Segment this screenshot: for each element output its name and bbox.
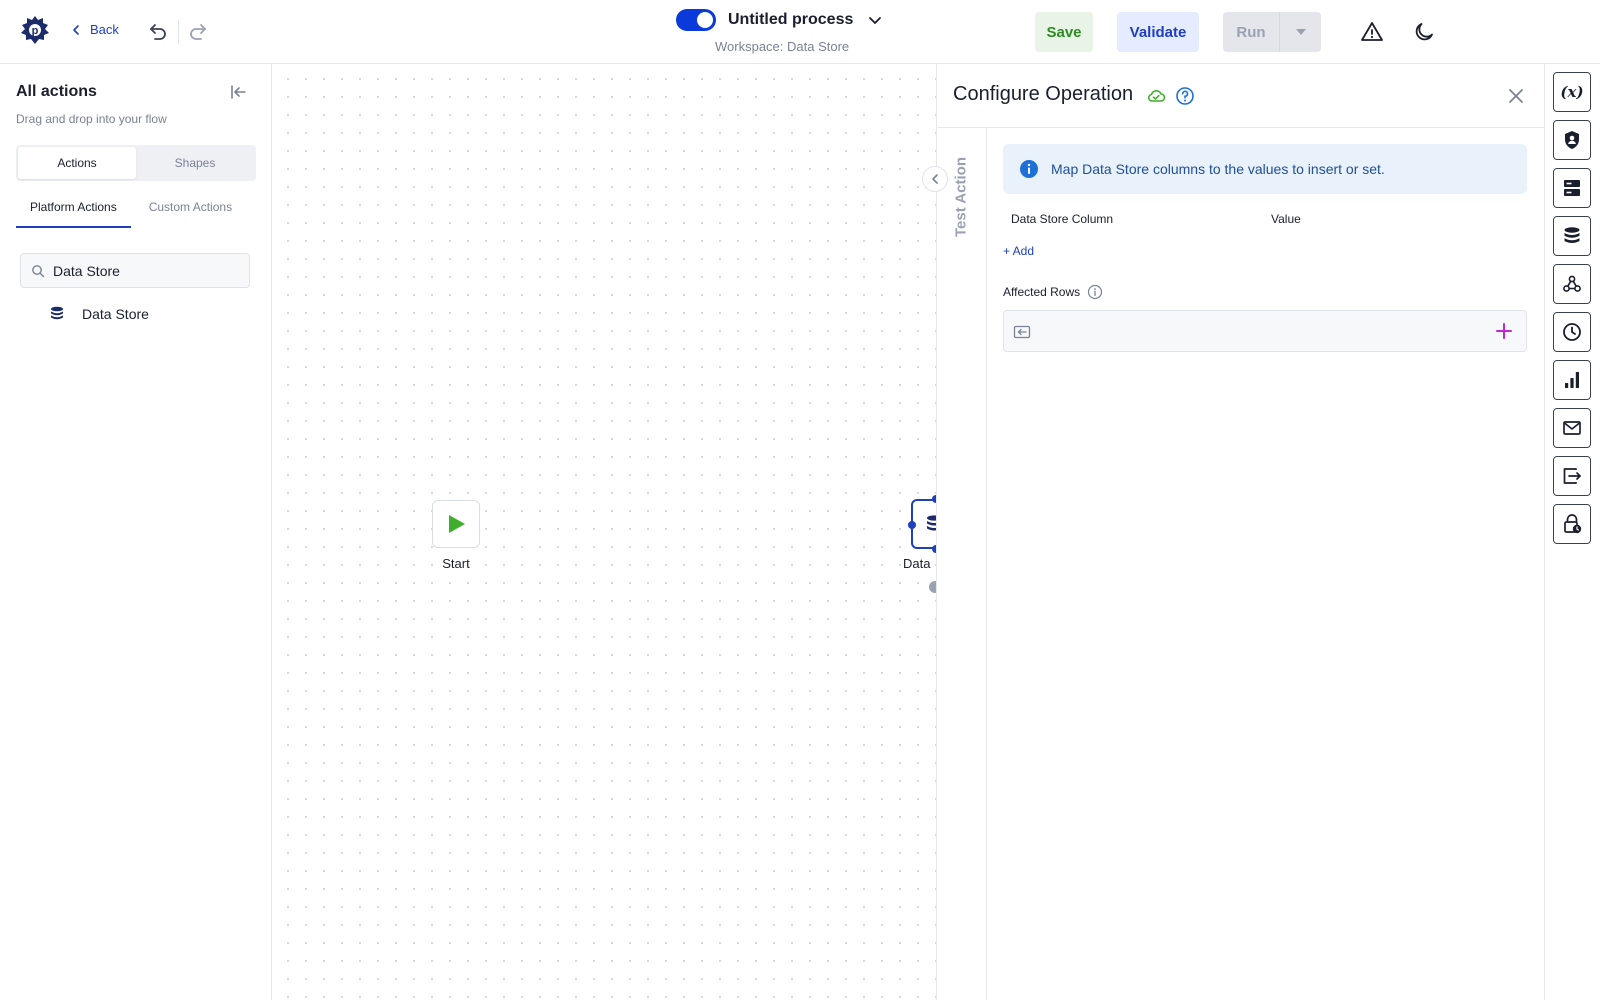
caret-down-icon — [1295, 29, 1306, 35]
webhook-icon — [1563, 275, 1581, 292]
info-banner: Map Data Store columns to the values to … — [1003, 144, 1527, 194]
variables-button[interactable]: (x) — [1553, 72, 1591, 112]
collapse-sidebar-icon[interactable] — [228, 82, 248, 102]
start-node[interactable] — [432, 500, 480, 548]
play-icon — [449, 515, 465, 533]
actions-shapes-switch: Actions Shapes — [16, 145, 256, 181]
webhook-button[interactable] — [1553, 264, 1591, 304]
process-enabled-toggle[interactable] — [676, 9, 716, 31]
affected-rows-label-group: Affected Rows — [1003, 284, 1103, 300]
shield-user-icon — [1565, 131, 1579, 149]
result-label: Data Store — [82, 306, 149, 322]
panel-header: Configure Operation — [937, 64, 1545, 128]
action-tabs: Platform Actions Custom Actions — [16, 196, 246, 228]
search-input[interactable] — [53, 262, 233, 279]
tab-platform-actions[interactable]: Platform Actions — [16, 196, 131, 228]
column-header-value: Value — [1271, 212, 1301, 226]
segment-shapes[interactable]: Shapes — [136, 147, 254, 179]
actions-sidebar: All actions Drag and drop into your flow… — [0, 64, 272, 1000]
back-label: Back — [90, 22, 119, 37]
run-dropdown[interactable] — [1280, 28, 1321, 36]
tab-custom-actions[interactable]: Custom Actions — [135, 196, 246, 228]
header-divider — [178, 20, 179, 44]
tool-rail: (x) — [1544, 64, 1600, 1000]
start-node-label: Start — [442, 556, 470, 571]
database-icon — [927, 515, 936, 531]
svg-text:p: p — [32, 25, 39, 37]
back-button[interactable]: Back — [70, 22, 119, 37]
cloud-check-icon — [1148, 90, 1166, 102]
test-action-tab-column: Test Action — [937, 128, 987, 1000]
affected-rows-field[interactable] — [1003, 310, 1527, 352]
lock-clock-icon — [1564, 514, 1582, 534]
chevron-down-icon[interactable] — [867, 12, 883, 28]
top-header: p Back Untitled process Workspace: Data … — [0, 0, 1600, 64]
close-icon[interactable] — [1505, 85, 1527, 107]
run-button[interactable]: Run — [1223, 12, 1321, 52]
info-icon — [1020, 160, 1038, 178]
timed-lock-button[interactable] — [1553, 504, 1591, 544]
info-outline-icon[interactable] — [1087, 284, 1103, 300]
email-button[interactable] — [1553, 408, 1591, 448]
variable-input-icon — [1013, 325, 1031, 339]
action-result-data-store[interactable]: Data Store — [48, 305, 149, 323]
warning-icon[interactable] — [1360, 20, 1384, 44]
chevron-left-icon — [73, 24, 79, 35]
input-port[interactable] — [908, 521, 916, 529]
sidebar-subtitle: Drag and drop into your flow — [16, 112, 167, 126]
data-store-button[interactable] — [1553, 216, 1591, 256]
process-title[interactable]: Untitled process — [728, 11, 853, 29]
plus-icon[interactable] — [1494, 321, 1514, 341]
add-mapping-button[interactable]: + Add — [1003, 244, 1034, 258]
export-button[interactable] — [1553, 456, 1591, 496]
action-search-box — [20, 253, 250, 288]
data-store-node-label: Data — [903, 556, 931, 571]
server-button[interactable] — [1553, 168, 1591, 208]
help-icon[interactable] — [1175, 86, 1195, 106]
analytics-button[interactable] — [1553, 360, 1591, 400]
server-icon — [1564, 180, 1580, 196]
configure-operation-panel: Configure Operation Test Action Map Data… — [936, 64, 1545, 1000]
affected-rows-label: Affected Rows — [1003, 285, 1081, 299]
info-text: Map Data Store columns to the values to … — [1051, 161, 1385, 177]
sidebar-title: All actions — [16, 83, 97, 100]
collapse-panel-button[interactable] — [922, 166, 948, 192]
schedule-button[interactable] — [1553, 312, 1591, 352]
flow-canvas[interactable]: Start Data — [273, 64, 936, 1000]
tab-test-action[interactable]: Test Action — [951, 152, 971, 242]
database-icon — [1564, 227, 1580, 243]
mail-icon — [1563, 421, 1581, 435]
process-title-group: Untitled process — [676, 9, 883, 31]
add-node-port[interactable] — [929, 581, 936, 593]
column-header-data-store: Data Store Column — [1011, 212, 1114, 226]
security-button[interactable] — [1553, 120, 1591, 160]
undo-icon[interactable] — [146, 20, 170, 44]
database-icon — [51, 306, 63, 320]
panel-title: Configure Operation — [953, 83, 1134, 105]
export-icon — [1563, 468, 1581, 484]
search-icon — [32, 264, 45, 277]
run-label: Run — [1236, 23, 1266, 41]
app-logo-icon[interactable]: p — [20, 15, 50, 47]
bar-chart-icon — [1565, 372, 1579, 388]
workspace-label: Workspace: Data Store — [715, 39, 850, 54]
moon-icon[interactable] — [1412, 20, 1436, 44]
clock-icon — [1563, 323, 1581, 341]
segment-actions[interactable]: Actions — [18, 147, 136, 179]
validate-button[interactable]: Validate — [1117, 12, 1199, 52]
chevron-left-icon — [932, 174, 938, 184]
save-button[interactable]: Save — [1035, 12, 1093, 52]
redo-icon[interactable] — [186, 20, 210, 44]
variables-icon: (x) — [1560, 83, 1584, 101]
